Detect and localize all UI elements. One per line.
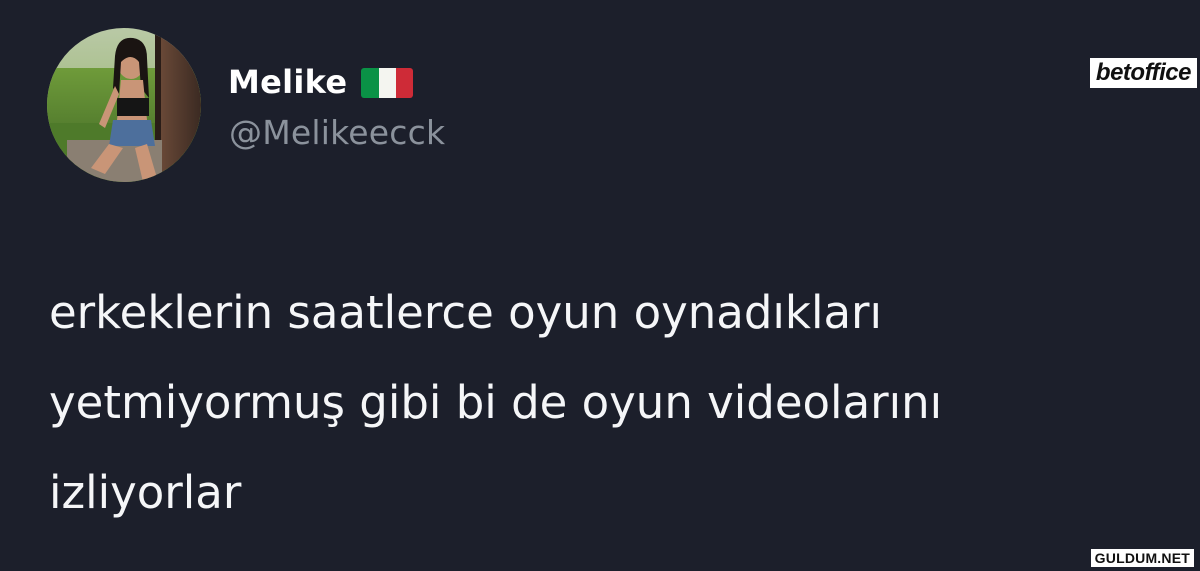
watermark-logo: betoffice <box>1089 58 1197 88</box>
user-handle[interactable]: @Melikeecck <box>229 113 445 152</box>
italy-flag-icon <box>361 68 414 98</box>
tweet-text-line: erkeklerin saatlerce oyun oynadıkları <box>49 286 883 339</box>
author-name-row: Melike <box>228 58 414 106</box>
avatar[interactable] <box>47 28 201 182</box>
tweet-text-line: yetmiyormuş gibi bi de oyun videolarını <box>49 376 943 429</box>
display-name[interactable]: Melike <box>228 63 347 101</box>
tweet-text-line: izliyorlar <box>49 466 242 519</box>
tweet-card: Melike @Melikeecck erkeklerin saatlerce … <box>0 0 1200 571</box>
tweet-text: erkeklerin saatlerce oyun oynadıkları ye… <box>49 268 1169 538</box>
profile-photo <box>47 28 201 182</box>
watermark-site: GULDUM.NET <box>1090 549 1194 567</box>
